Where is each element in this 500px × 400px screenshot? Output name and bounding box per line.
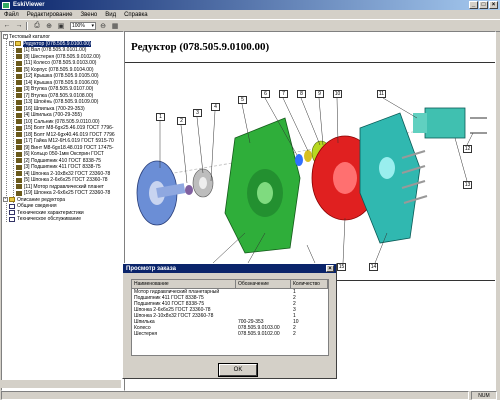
callout-5[interactable]: 5 xyxy=(238,96,247,104)
exploded-assembly-image xyxy=(136,97,487,264)
part-icon xyxy=(16,171,22,176)
close-button[interactable]: × xyxy=(489,1,498,9)
fit-window-icon[interactable]: ▣ xyxy=(56,21,66,30)
collapse-icon[interactable]: - xyxy=(3,197,8,202)
table-header: Наименование Обозначение Количество xyxy=(132,280,328,289)
callout-3[interactable]: 3 xyxy=(193,109,202,117)
maximize-button[interactable]: □ xyxy=(479,1,488,9)
callout-12[interactable]: 12 xyxy=(463,145,472,153)
tree-horizontal-scrollbar[interactable] xyxy=(1,380,121,388)
table-row[interactable]: Шестерня 078.505.9.0102.00 2 xyxy=(132,331,328,337)
callout-14[interactable]: 14 xyxy=(369,263,378,271)
part-icon xyxy=(16,99,22,105)
chevron-down-icon: ▾ xyxy=(91,22,94,29)
part-icon xyxy=(16,138,22,144)
order-table: Наименование Обозначение Количество Мото… xyxy=(131,279,329,356)
print-icon[interactable]: ⎙ xyxy=(32,21,42,30)
part-icon xyxy=(16,106,22,111)
doc-icon xyxy=(9,216,15,222)
part-icon xyxy=(16,119,22,124)
collapse-icon[interactable]: - xyxy=(3,34,8,39)
window-title: EskiViewer xyxy=(13,2,45,8)
part-icon xyxy=(16,93,22,98)
menu-edit[interactable]: Редактирование xyxy=(23,12,77,18)
callout-2[interactable]: 2 xyxy=(177,117,186,125)
part-icon xyxy=(16,177,22,183)
part-icon xyxy=(16,145,22,150)
part-icon xyxy=(16,60,22,66)
callout-15[interactable]: 15 xyxy=(337,263,346,271)
menu-link[interactable]: Звено xyxy=(76,12,101,18)
column-header-name[interactable]: Наименование xyxy=(132,280,236,288)
part-icon xyxy=(16,190,22,196)
part-icon xyxy=(16,184,22,189)
zoom-in-icon[interactable]: ⊕ xyxy=(44,21,54,30)
num-lock-indicator: NUM xyxy=(471,391,497,400)
table-cell: 078.505.9.0102.00 xyxy=(238,331,280,337)
zoom-out-icon[interactable]: ⊖ xyxy=(98,21,108,30)
status-bar: NUM xyxy=(0,391,500,400)
dialog-title-bar: Просмотр заказа × xyxy=(123,264,336,273)
dialog-close-icon[interactable]: × xyxy=(326,265,334,272)
part-icon xyxy=(16,164,22,170)
page-title: Редуктор (078.505.9.0100.00) xyxy=(131,41,270,53)
part-icon xyxy=(16,67,22,72)
table-cell: Шестерня xyxy=(134,331,158,337)
table-cell: 2 xyxy=(293,331,296,337)
part-icon xyxy=(16,73,22,79)
part-icon xyxy=(16,86,22,92)
exploded-view-drawing: 1 2 3 4 5 6 7 8 9 10 11 12 13 14 15 16 1… xyxy=(125,62,495,281)
part-icon xyxy=(16,54,22,59)
tree-root[interactable]: - Тестовый каталог xyxy=(3,33,50,40)
menu-view[interactable]: Вид xyxy=(101,12,120,18)
part-icon xyxy=(16,132,22,137)
menu-bar: Файл Редактирование Звено Вид Справка xyxy=(0,10,500,19)
column-header-qty[interactable]: Количество xyxy=(291,280,328,288)
tree-item[interactable]: Техническое обслуживание xyxy=(9,216,81,223)
callout-13[interactable]: 13 xyxy=(463,181,472,189)
title-bar: EskiViewer _ □ × xyxy=(0,0,500,10)
callout-6[interactable]: 6 xyxy=(261,90,270,98)
ok-button[interactable]: OK xyxy=(218,363,258,377)
folder-icon xyxy=(9,197,15,202)
order-dialog: Просмотр заказа × Наименование Обозначен… xyxy=(122,263,337,379)
callout-9[interactable]: 9 xyxy=(315,90,324,98)
callout-7[interactable]: 7 xyxy=(279,90,288,98)
menu-file[interactable]: Файл xyxy=(0,12,23,18)
forward-arrow-icon[interactable]: → xyxy=(14,21,24,30)
tree-item-label: Техническое обслуживание xyxy=(17,216,81,222)
menu-help[interactable]: Справка xyxy=(120,12,152,18)
part-icon xyxy=(16,125,22,131)
part-icon xyxy=(16,151,22,157)
collapse-icon[interactable]: - xyxy=(9,41,14,46)
callout-8[interactable]: 8 xyxy=(297,90,306,98)
callout-10[interactable]: 10 xyxy=(333,90,342,98)
back-arrow-icon[interactable]: ← xyxy=(2,21,12,30)
minimize-button[interactable]: _ xyxy=(469,1,478,9)
folder-icon xyxy=(15,41,21,46)
column-header-code[interactable]: Обозначение xyxy=(236,280,291,288)
zoom-value: 100% xyxy=(72,22,85,29)
doc-icon xyxy=(9,210,15,215)
tree-root-label: Тестовый каталог xyxy=(9,33,51,40)
part-icon xyxy=(16,112,22,118)
app-window: EskiViewer _ □ × Файл Редактирование Зве… xyxy=(0,0,500,400)
callout-4[interactable]: 4 xyxy=(211,103,220,111)
callout-1[interactable]: 1 xyxy=(156,113,165,121)
app-icon xyxy=(2,1,10,9)
dialog-title: Просмотр заказа xyxy=(126,265,176,272)
part-icon xyxy=(16,80,22,85)
catalog-tree[interactable]: - Тестовый каталог - Редуктор (078.505.9.… xyxy=(1,31,124,391)
doc-icon xyxy=(9,203,15,209)
zoom-select[interactable]: 100% ▾ xyxy=(70,21,96,30)
part-icon xyxy=(16,47,22,53)
grid-icon[interactable]: ▦ xyxy=(110,21,120,30)
part-icon xyxy=(16,158,22,163)
callout-11[interactable]: 11 xyxy=(377,90,386,98)
status-text xyxy=(1,391,469,400)
